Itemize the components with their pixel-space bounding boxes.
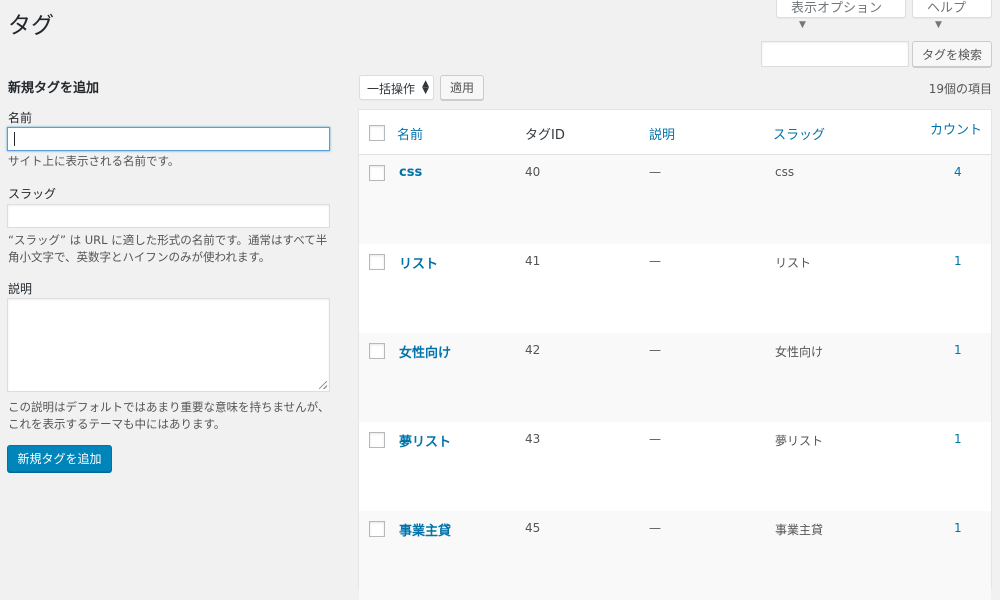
column-header-tag-id: タグID [525,128,565,143]
tag-name-link[interactable]: css [399,165,422,180]
add-new-tag-button[interactable]: 新規タグを追加 [7,445,112,472]
row-checkbox[interactable] [369,343,385,359]
select-arrows-icon: ▲ ▼ [422,79,429,96]
table-row: 事業主貸 45 — 事業主貸 1 [359,511,991,600]
tag-description: — [649,165,661,179]
tag-slug: css [775,165,795,179]
row-checkbox[interactable] [369,521,385,537]
table-header: 名前 タグID 説明 スラッグ カウント [359,110,991,155]
select-all-checkbox[interactable] [369,125,385,141]
column-header-count[interactable]: カウント [930,119,982,138]
items-count: 19個の項目 [928,82,992,96]
tag-name-link[interactable]: 女性向け [399,342,451,361]
tag-slug: 事業主貸 [775,523,824,537]
tags-table: 名前 タグID 説明 スラッグ カウント css 40 — css 4 リスト … [358,109,992,600]
tag-id: 41 [525,254,541,268]
tag-id: 42 [525,343,541,357]
tag-slug: 女性向け [775,345,824,359]
bulk-action-select[interactable]: 一括操作 ▲ ▼ [359,75,434,100]
tag-count-link[interactable]: 1 [954,343,962,357]
tag-count-link[interactable]: 1 [954,521,962,535]
name-label: 名前 [8,111,33,125]
tag-name-link[interactable]: 事業主貸 [399,520,451,539]
tag-slug: リスト [775,256,812,270]
tag-description: — [649,343,661,357]
screen-options-label: 表示オプション [791,1,883,16]
tag-slug: 夢リスト [775,434,824,448]
column-header-description[interactable]: 説明 [649,124,675,143]
description-label: 説明 [8,282,33,296]
resize-grip-icon[interactable] [319,381,327,389]
column-header-name[interactable]: 名前 [397,124,423,143]
tag-description: — [649,521,661,535]
tag-count-link[interactable]: 1 [954,254,962,268]
tag-count-link[interactable]: 1 [954,432,962,446]
table-row: 女性向け 42 — 女性向け 1 [359,333,991,422]
tag-id: 43 [525,432,541,446]
help-label: ヘルプ [927,1,967,16]
tag-slug-input[interactable] [7,204,330,228]
tag-id: 40 [525,165,541,179]
description-help-line-2: これを表示するテーマも中にはあります。 [8,417,226,431]
row-checkbox[interactable] [369,165,385,181]
tag-name-input[interactable] [7,127,330,151]
table-row: リスト 41 — リスト 1 [359,244,991,333]
column-header-slug[interactable]: スラッグ [773,124,825,143]
caret-down-icon: ▼ [935,20,942,30]
form-heading: 新規タグを追加 [8,81,100,96]
tag-description: — [649,432,661,446]
tag-count-link[interactable]: 4 [954,165,962,179]
caret-down-icon: ▼ [799,20,806,30]
tag-description: — [649,254,661,268]
table-row: 夢リスト 43 — 夢リスト 1 [359,422,991,511]
apply-button[interactable]: 適用 [440,75,484,100]
row-checkbox[interactable] [369,254,385,270]
row-checkbox[interactable] [369,432,385,448]
name-help-text: サイト上に表示される名前です。 [8,154,180,168]
table-row: css 40 — css 4 [359,155,991,244]
add-tag-form: 新規タグを追加 名前 サイト上に表示される名前です。 スラッグ “スラッグ” は… [0,0,345,580]
tag-description-textarea[interactable] [7,298,330,392]
bulk-action-value: 一括操作 [367,82,416,96]
tag-id: 45 [525,521,541,535]
help-button[interactable]: ヘルプ ▼ [912,0,992,30]
screen-options-button[interactable]: 表示オプション ▼ [776,0,906,30]
slug-label: スラッグ [8,187,57,201]
search-tags-button[interactable]: タグを検索 [912,41,992,67]
slug-help-line-2: 角小文字で、英数字とハイフンのみが使われます。 [8,250,271,264]
tag-name-link[interactable]: リスト [399,253,438,272]
tag-search-input[interactable] [761,41,909,67]
tag-name-link[interactable]: 夢リスト [399,431,451,450]
